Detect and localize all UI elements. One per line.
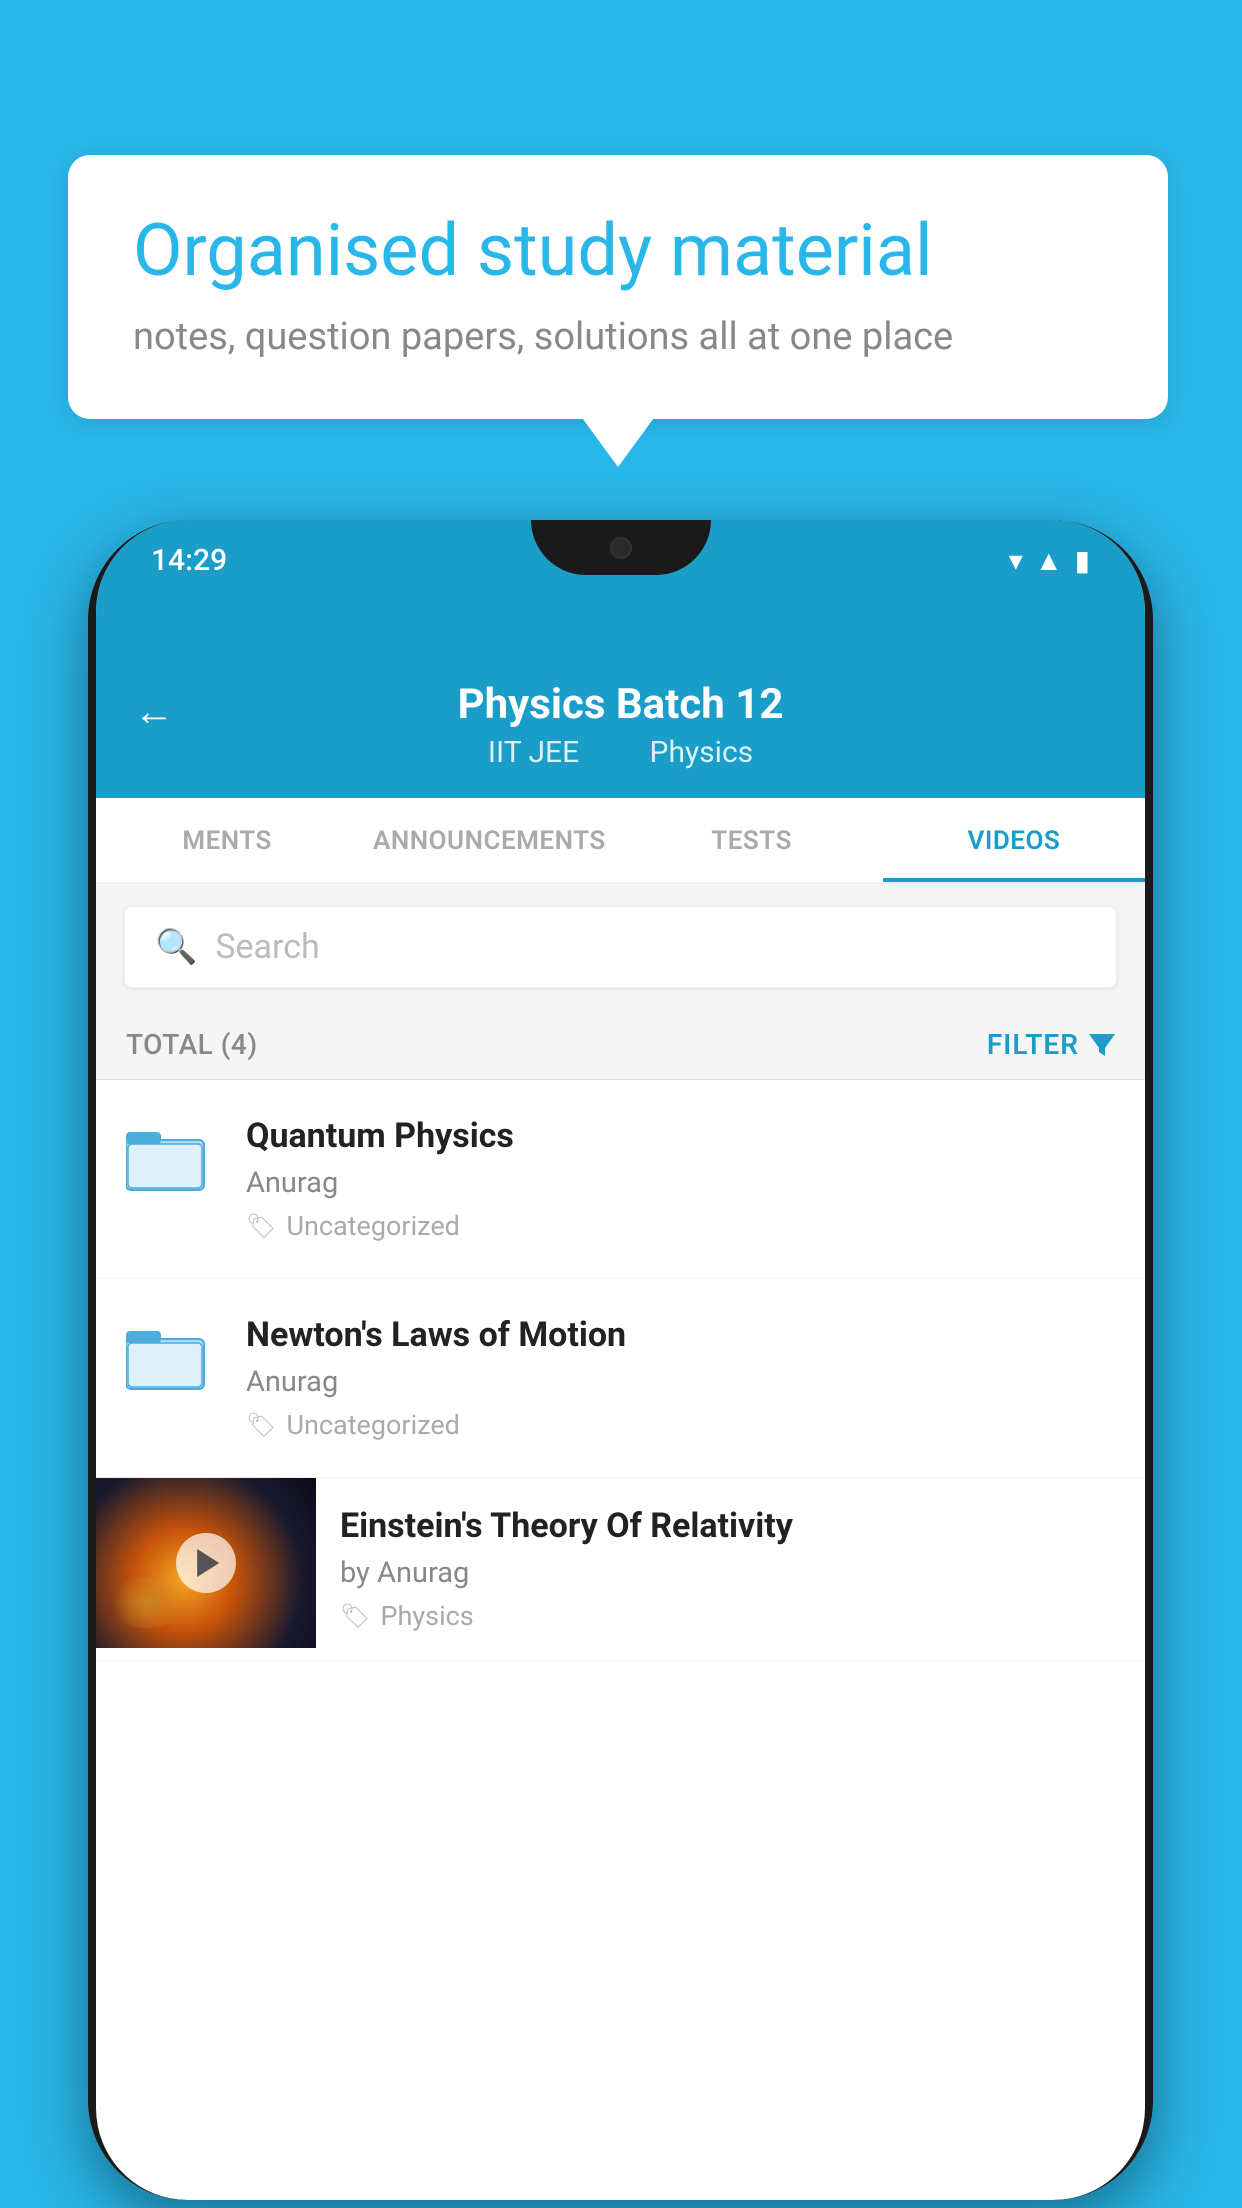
tabs-bar: MENTS ANNOUNCEMENTS TESTS VIDEOS: [96, 798, 1145, 884]
tag-label: Uncategorized: [286, 1210, 459, 1242]
video-author: Anurag: [246, 1166, 1115, 1200]
list-item[interactable]: Quantum Physics Anurag 🏷 Uncategorized: [96, 1080, 1145, 1279]
phone-frame: 14:29 ▾ ▲ ▮ ← Physics Batch 12 IIT JEE P…: [88, 520, 1153, 2200]
signal-icon: ▲: [1035, 544, 1063, 577]
tab-videos[interactable]: VIDEOS: [883, 798, 1145, 882]
phone-notch: [531, 520, 711, 575]
filter-icon: [1089, 1034, 1115, 1056]
screen-title: Physics Batch 12: [96, 680, 1145, 729]
front-camera: [610, 537, 632, 559]
header-subtitle: IIT JEE Physics: [96, 735, 1145, 770]
tag-label: Physics: [380, 1600, 473, 1632]
folder-icon: [126, 1122, 206, 1192]
video-title: Einstein's Theory Of Relativity: [340, 1506, 1115, 1546]
video-info: Einstein's Theory Of Relativity by Anura…: [316, 1478, 1145, 1660]
tab-ments[interactable]: MENTS: [96, 798, 358, 882]
app-header: ← Physics Batch 12 IIT JEE Physics: [96, 600, 1145, 798]
video-author: by Anurag: [340, 1556, 1115, 1590]
video-info: Newton's Laws of Motion Anurag 🏷 Uncateg…: [246, 1315, 1115, 1441]
phone-screen: 14:29 ▾ ▲ ▮ ← Physics Batch 12 IIT JEE P…: [96, 520, 1145, 2200]
video-list: Quantum Physics Anurag 🏷 Uncategorized: [96, 1080, 1145, 1661]
tab-announcements[interactable]: ANNOUNCEMENTS: [358, 798, 620, 882]
list-item[interactable]: Einstein's Theory Of Relativity by Anura…: [96, 1478, 1145, 1661]
status-time: 14:29: [151, 543, 227, 578]
folder-icon: [126, 1321, 206, 1391]
tag-icon: 🏷: [340, 1602, 370, 1630]
video-info: Quantum Physics Anurag 🏷 Uncategorized: [246, 1116, 1115, 1242]
speech-bubble: Organised study material notes, question…: [68, 155, 1168, 419]
search-container: 🔍 Search: [96, 884, 1145, 1010]
folder-icon-wrap: [126, 1122, 216, 1196]
list-item[interactable]: Newton's Laws of Motion Anurag 🏷 Uncateg…: [96, 1279, 1145, 1478]
video-thumbnail: [96, 1478, 316, 1648]
video-tag: 🏷 Uncategorized: [246, 1409, 1115, 1441]
wifi-icon: ▾: [1009, 544, 1023, 577]
search-bar[interactable]: 🔍 Search: [124, 906, 1117, 988]
filter-button[interactable]: FILTER: [987, 1028, 1115, 1061]
total-count: TOTAL (4): [126, 1028, 258, 1061]
filter-label: FILTER: [987, 1028, 1079, 1061]
video-author: Anurag: [246, 1365, 1115, 1399]
video-title: Newton's Laws of Motion: [246, 1315, 1115, 1355]
status-icons: ▾ ▲ ▮: [1009, 544, 1090, 577]
folder-icon-wrap: [126, 1321, 216, 1395]
tag-icon: 🏷: [246, 1212, 276, 1240]
play-icon: [197, 1549, 219, 1577]
back-button[interactable]: ←: [134, 688, 174, 735]
tag-icon: 🏷: [246, 1411, 276, 1439]
battery-icon: ▮: [1075, 544, 1090, 577]
search-icon: 🔍: [155, 927, 197, 967]
tab-tests[interactable]: TESTS: [621, 798, 883, 882]
subtitle-physics: Physics: [650, 735, 754, 770]
video-tag: 🏷 Uncategorized: [246, 1210, 1115, 1242]
bubble-subtitle: notes, question papers, solutions all at…: [133, 315, 1103, 359]
subtitle-iitjee: IIT JEE: [488, 735, 579, 770]
video-title: Quantum Physics: [246, 1116, 1115, 1156]
video-tag: 🏷 Physics: [340, 1600, 1115, 1632]
tag-label: Uncategorized: [286, 1409, 459, 1441]
subtitle-separator: [611, 735, 626, 770]
search-input[interactable]: Search: [215, 927, 319, 967]
thumb-glow: [106, 1578, 186, 1628]
bubble-title: Organised study material: [133, 210, 1103, 293]
filter-bar: TOTAL (4) FILTER: [96, 1010, 1145, 1080]
